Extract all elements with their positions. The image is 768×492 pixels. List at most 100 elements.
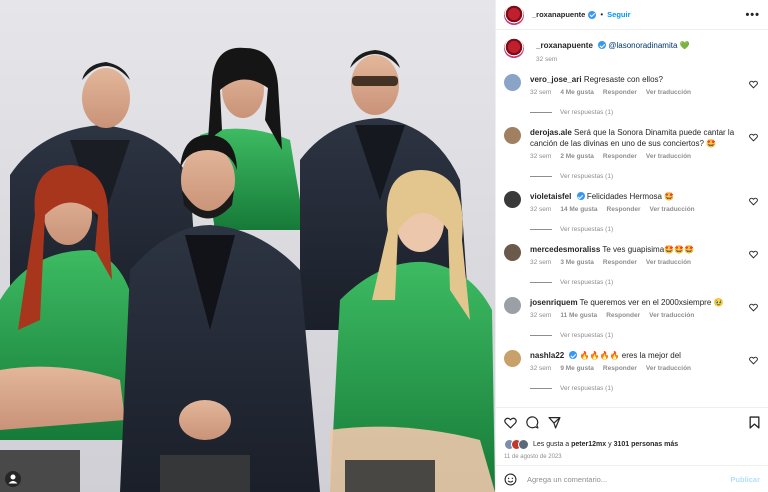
reply-button[interactable]: Responder	[607, 206, 641, 215]
commenter-username[interactable]: josenriquem	[530, 298, 578, 307]
view-replies-button[interactable]: Ver respuestas (1)	[530, 173, 760, 180]
comment-text: Regresaste con ellos?	[583, 75, 663, 84]
comment-like-heart-icon[interactable]	[749, 197, 758, 206]
view-replies-button[interactable]: Ver respuestas (1)	[530, 279, 760, 286]
comment-like-heart-icon[interactable]	[749, 80, 758, 89]
post-date: 11 de agosto de 2023	[504, 454, 562, 460]
see-translation-button[interactable]: Ver traducción	[646, 89, 691, 98]
reply-button[interactable]: Responder	[603, 89, 637, 98]
comment-likes-count[interactable]: 4 Me gusta	[560, 89, 594, 98]
comment-like-heart-icon[interactable]	[749, 133, 758, 142]
publish-button[interactable]: Publicar	[730, 475, 760, 484]
comment-likes-count[interactable]: 14 Me gusta	[560, 206, 597, 215]
commenter-username[interactable]: derojas.ale	[530, 128, 572, 137]
commenter-username[interactable]: mercedesmoraliss	[530, 245, 600, 254]
comment-text: Te queremos ver en el 2000xsiempre 🥹	[579, 298, 724, 308]
verified-badge-icon	[588, 10, 597, 19]
post-photo[interactable]	[0, 0, 495, 492]
commenter-avatar[interactable]	[504, 127, 521, 144]
comment-text: 🔥🔥🔥🔥 eres la mejor del	[579, 351, 681, 361]
commenter-avatar[interactable]	[504, 297, 521, 315]
view-replies-button[interactable]: Ver respuestas (1)	[530, 109, 760, 116]
post-caption: _roxanapuente @lasonoradinamita 💚 32 sem	[504, 38, 760, 63]
liker-avatars	[504, 438, 529, 450]
comment-time: 32 sem	[530, 206, 552, 214]
comment-input[interactable]: Agrega un comentario...	[527, 475, 730, 484]
comment-likes-count[interactable]: 3 Me gusta	[560, 259, 594, 268]
comment-time: 32 sem	[530, 153, 552, 161]
author-avatar[interactable]	[504, 4, 524, 25]
comments-list[interactable]: _roxanapuente @lasonoradinamita 💚 32 sem…	[496, 30, 768, 407]
share-icon[interactable]	[548, 416, 561, 429]
tagged-users-icon[interactable]	[5, 471, 21, 487]
see-translation-button[interactable]: Ver traducción	[646, 259, 691, 268]
like-heart-icon[interactable]	[504, 417, 517, 429]
comment-icon[interactable]	[526, 416, 539, 429]
comment-time: 32 sem	[530, 259, 552, 267]
replies-divider	[530, 176, 552, 178]
view-replies-label: Ver respuestas (1)	[560, 279, 614, 287]
likes-others-link[interactable]: 3101 personas más	[614, 441, 679, 448]
view-replies-button[interactable]: Ver respuestas (1)	[530, 332, 760, 339]
view-replies-label: Ver respuestas (1)	[560, 109, 614, 116]
reply-button[interactable]: Responder	[603, 259, 637, 268]
see-translation-button[interactable]: Ver traducción	[646, 365, 691, 374]
reply-button[interactable]: Responder	[603, 153, 637, 162]
comment-text: Felicidades Hermosa 🤩	[586, 192, 675, 202]
view-replies-label: Ver respuestas (1)	[560, 226, 614, 234]
comment-time: 32 sem	[530, 89, 552, 97]
comment-container: vero_jose_ari Regresaste con ellos? 32 se…	[504, 74, 760, 392]
comment-like-heart-icon[interactable]	[749, 250, 758, 259]
follow-button[interactable]: Seguir	[607, 10, 630, 19]
view-replies-button[interactable]: Ver respuestas (1)	[530, 226, 760, 233]
view-replies-label: Ver respuestas (1)	[560, 385, 614, 393]
post-side-panel: _roxanapuente • Seguir ••• _roxanapuente…	[495, 0, 768, 492]
view-replies-button[interactable]: Ver respuestas (1)	[530, 385, 760, 392]
comment-time: 32 sem	[530, 312, 552, 320]
comment-likes-count[interactable]: 11 Me gusta	[560, 312, 597, 321]
comment-item: nashla22 🔥🔥🔥🔥 eres la mejor del 32 sem 9 M…	[504, 350, 760, 374]
author-username[interactable]: _roxanapuente	[532, 10, 585, 19]
likes-summary[interactable]: Les gusta a peter12mx y 3101 personas má…	[496, 437, 768, 451]
likes-prefix: Les gusta a	[533, 440, 572, 448]
replies-divider	[530, 282, 552, 284]
more-options-icon[interactable]: •••	[745, 9, 760, 21]
verified-badge-icon	[576, 192, 585, 201]
commenter-avatar[interactable]	[504, 244, 521, 262]
post-header: _roxanapuente • Seguir •••	[496, 0, 768, 30]
see-translation-button[interactable]: Ver traducción	[649, 312, 694, 321]
save-bookmark-icon[interactable]	[749, 416, 760, 429]
commenter-username[interactable]: violetaisfel	[530, 192, 571, 201]
commenter-username[interactable]: vero_jose_ari	[530, 75, 582, 84]
likes-user-link[interactable]: peter12mx	[571, 441, 606, 448]
comment-time: 32 sem	[530, 365, 552, 373]
commenter-avatar[interactable]	[504, 350, 521, 368]
comment-text: Te ves guapisima🤩🤩🤩	[602, 245, 695, 255]
commenter-avatar[interactable]	[504, 74, 521, 91]
view-replies-label: Ver respuestas (1)	[560, 173, 614, 181]
caption-mention-link[interactable]: @lasonoradinamita	[608, 41, 677, 50]
caption-avatar[interactable]	[504, 38, 524, 58]
reply-button[interactable]: Responder	[603, 365, 637, 374]
see-translation-button[interactable]: Ver traducción	[646, 153, 691, 162]
reply-button[interactable]: Responder	[606, 312, 640, 321]
band-photo-illustration	[0, 47, 495, 492]
likes-middle: y	[606, 440, 614, 448]
comment-like-heart-icon[interactable]	[749, 303, 758, 312]
commenter-username[interactable]: nashla22	[530, 351, 564, 360]
verified-badge-icon	[598, 41, 607, 49]
see-translation-button[interactable]: Ver traducción	[650, 206, 695, 215]
comment-like-heart-icon[interactable]	[749, 356, 758, 365]
comment-item: mercedesmoraliss Te ves guapisima🤩🤩🤩 32 s…	[504, 244, 760, 268]
likes-text: Les gusta a peter12mx y 3101 personas má…	[533, 441, 678, 448]
commenter-avatar[interactable]	[504, 191, 521, 209]
green-heart-emoji: 💚	[679, 41, 690, 50]
caption-username[interactable]: _roxanapuente	[536, 41, 593, 50]
view-replies-label: Ver respuestas (1)	[560, 332, 614, 340]
comment-likes-count[interactable]: 9 Me gusta	[560, 365, 594, 374]
comment-likes-count[interactable]: 2 Me gusta	[560, 153, 594, 162]
replies-divider	[530, 388, 552, 390]
emoji-picker-icon[interactable]	[504, 473, 517, 486]
comment-item: violetaisfel Felicidades Hermosa 🤩 32 sem…	[504, 191, 760, 215]
comment-item: vero_jose_ari Regresaste con ellos? 32 se…	[504, 74, 760, 98]
